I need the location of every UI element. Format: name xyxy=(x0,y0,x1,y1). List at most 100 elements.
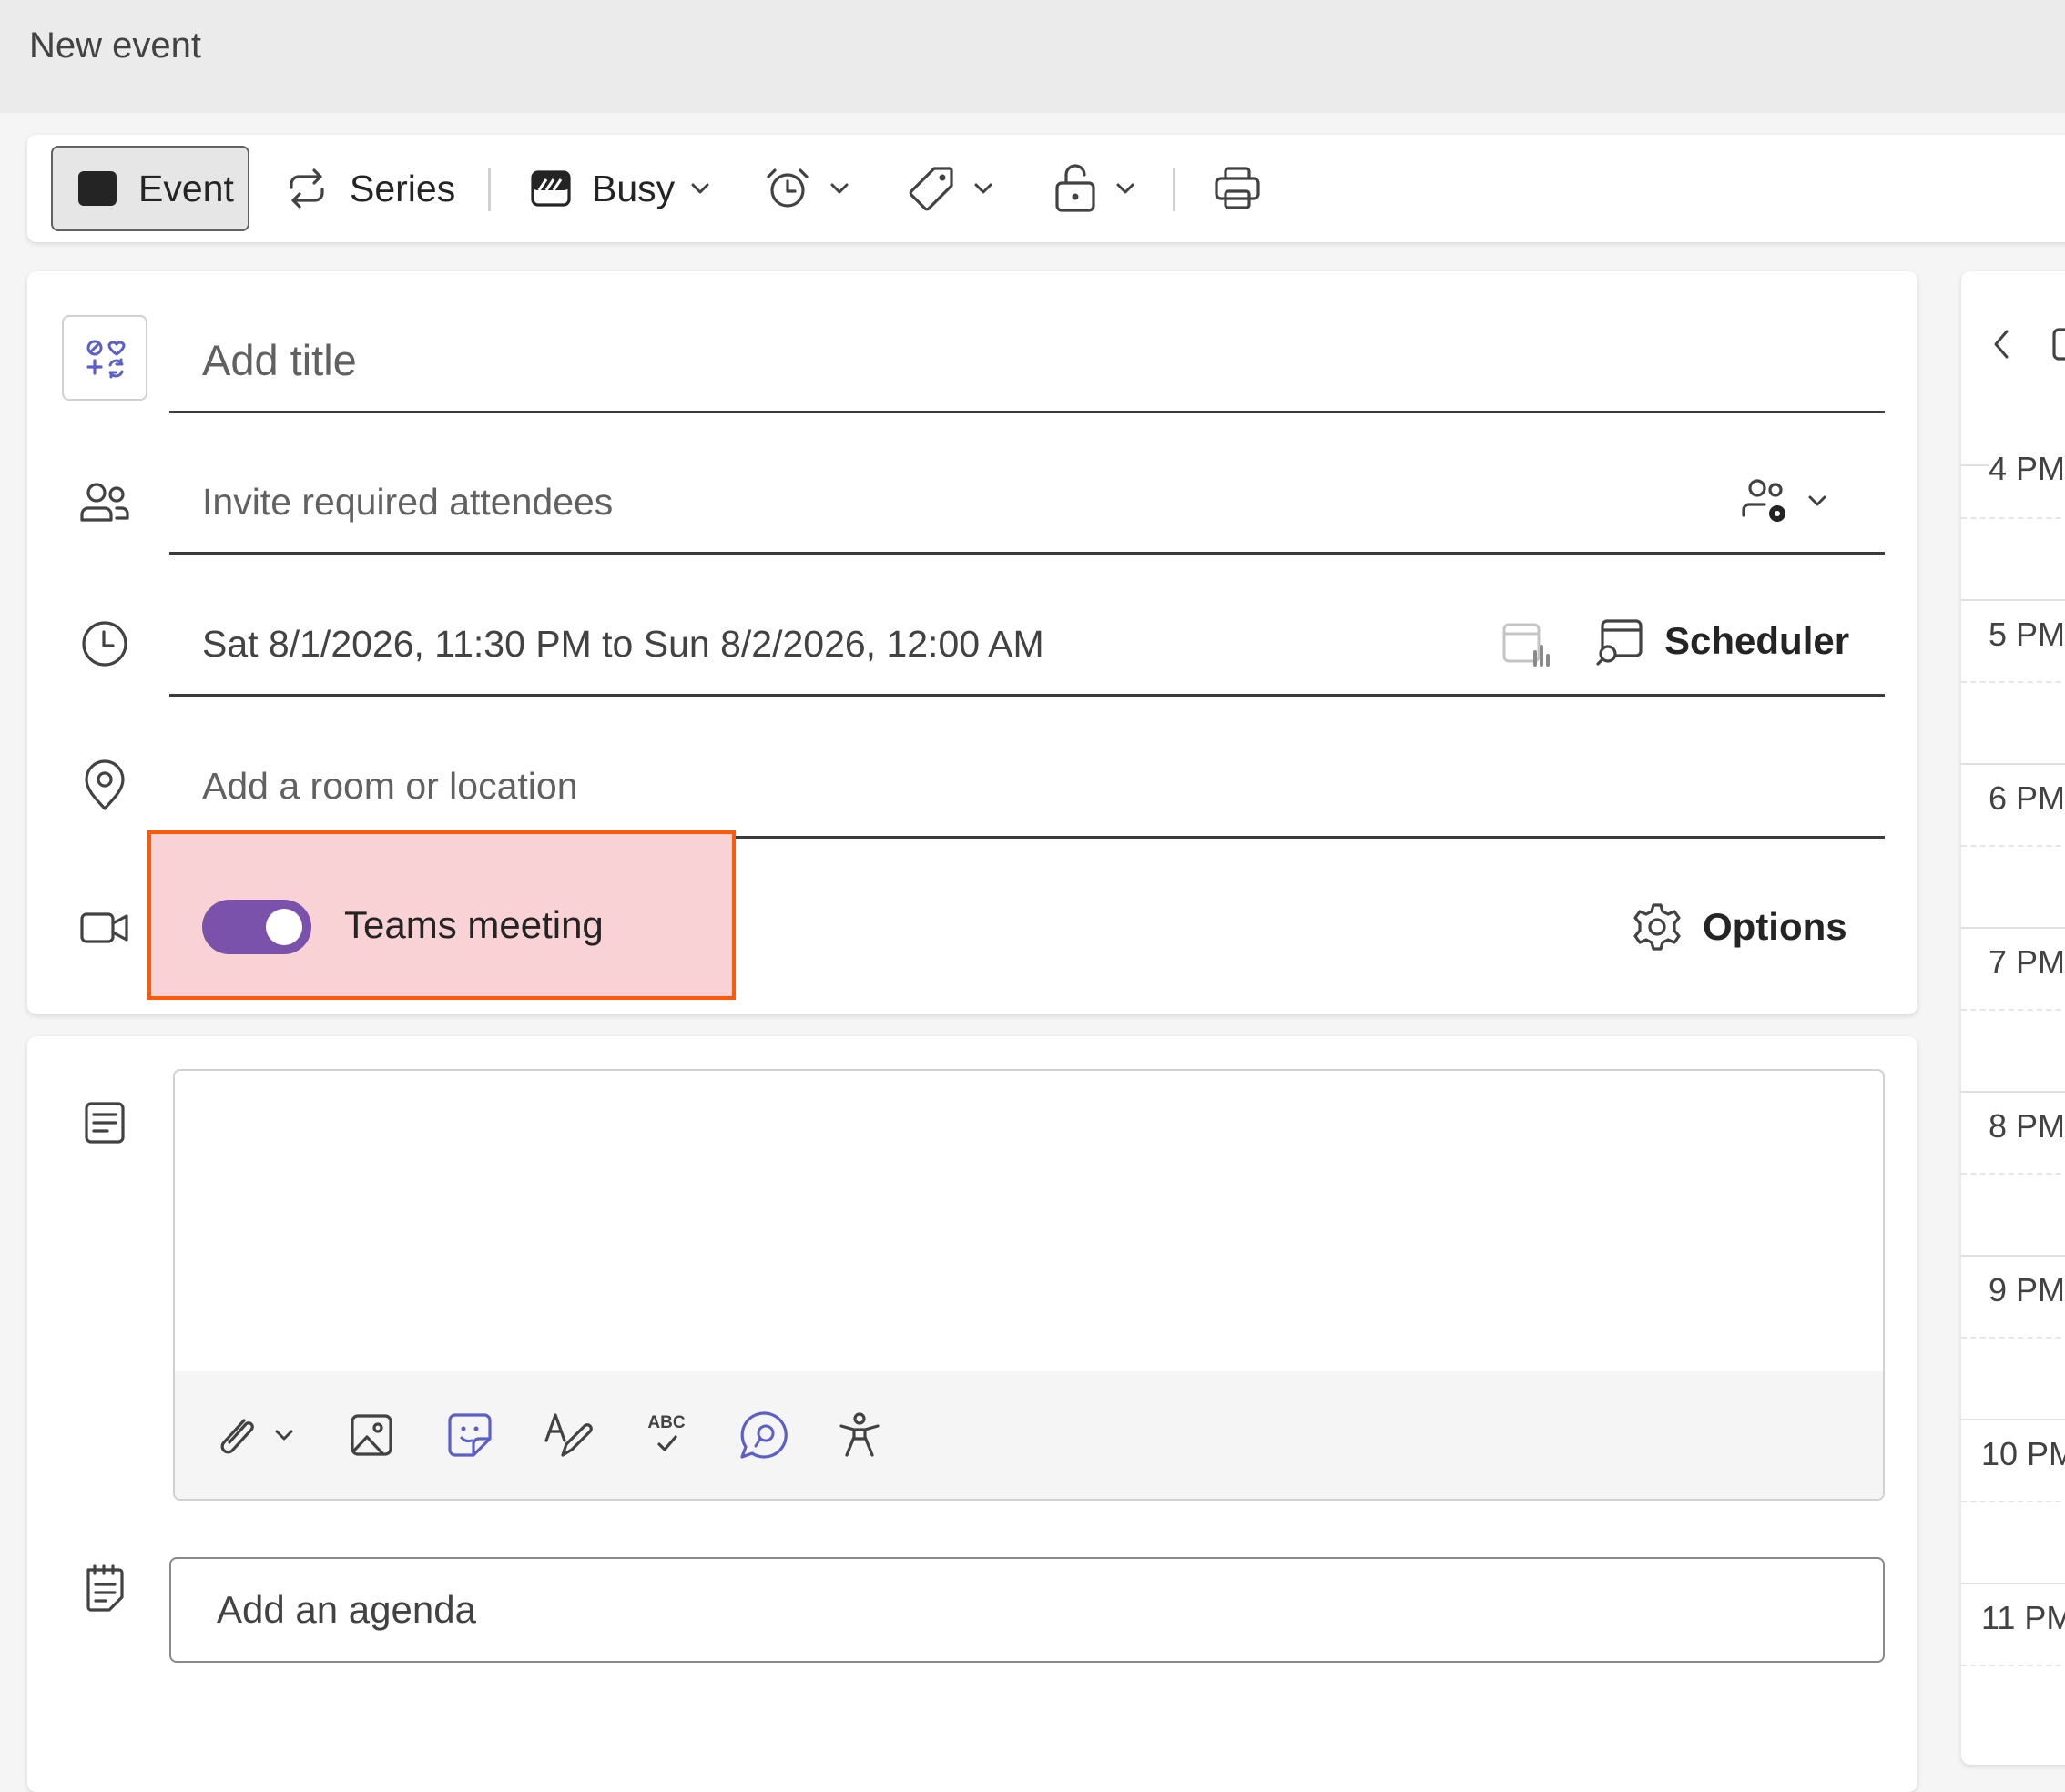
chat-bubble-icon xyxy=(740,1411,788,1459)
tag-icon xyxy=(909,167,953,211)
hour-gridline xyxy=(1961,927,2065,929)
unlock-icon xyxy=(1055,164,1095,212)
people-settings-icon xyxy=(1742,479,1785,522)
paperclip-icon xyxy=(220,1419,293,1454)
hour-label: 8 PM xyxy=(1989,1107,2065,1145)
day-calendar-panel: 4 PM 5 PM 6 PM 7 PM 8 PM 9 PM 10 PM 11 P… xyxy=(1961,271,2065,1765)
window-titlebar: New event xyxy=(0,0,2065,113)
agenda-placeholder: Add an agenda xyxy=(217,1588,476,1631)
toggle-knob xyxy=(266,909,302,945)
calendar-today-icon xyxy=(2052,328,2065,361)
datetime-underline xyxy=(169,694,1885,697)
copilot-suggest-button[interactable] xyxy=(62,315,148,401)
reminder-dropdown[interactable] xyxy=(763,146,852,231)
half-hour-gridline xyxy=(1961,845,2065,847)
hour-label: 9 PM xyxy=(1989,1271,2065,1309)
teams-meeting-toggle[interactable] xyxy=(202,900,311,954)
image-icon xyxy=(351,1414,392,1456)
options-label: Options xyxy=(1703,905,1847,948)
calendar-event-icon xyxy=(78,171,117,206)
hour-label: 10 PM xyxy=(1981,1435,2065,1473)
series-button-label: Series xyxy=(350,167,456,209)
alarm-clock-icon xyxy=(767,168,809,208)
video-camera-icon xyxy=(78,901,131,954)
hour-label: 4 PM xyxy=(1989,450,2065,488)
accessibility-icon xyxy=(839,1412,880,1457)
teams-meeting-label: Teams meeting xyxy=(344,903,604,946)
text-format-button[interactable] xyxy=(543,1410,594,1461)
location-input[interactable]: Add a room or location xyxy=(202,765,578,808)
privacy-dropdown[interactable] xyxy=(1053,146,1138,231)
calendar-chart-icon xyxy=(1502,623,1550,667)
toolbar-divider xyxy=(1173,168,1175,211)
previous-day-button[interactable] xyxy=(1987,324,2014,364)
title-underline xyxy=(169,411,1885,413)
go-to-today-button[interactable] xyxy=(2050,324,2065,364)
scheduler-label: Scheduler xyxy=(1664,619,1850,662)
chevron-down-icon xyxy=(974,183,992,194)
accessibility-checker-button[interactable] xyxy=(834,1410,885,1461)
chevron-down-icon xyxy=(1808,495,1826,506)
hour-gridline xyxy=(1961,1419,2065,1420)
schedule-insights-button[interactable] xyxy=(1500,619,1550,668)
attach-file-button[interactable] xyxy=(211,1410,302,1461)
show-as-dropdown[interactable]: Busy xyxy=(530,146,713,231)
half-hour-gridline xyxy=(1961,517,2065,519)
hour-label: 7 PM xyxy=(1989,943,2065,982)
hour-label: 11 PM xyxy=(1981,1599,2065,1637)
meeting-options-button[interactable]: Options xyxy=(1632,901,1847,952)
people-icon xyxy=(78,476,131,529)
half-hour-gridline xyxy=(1961,1337,2065,1339)
attendees-underline xyxy=(169,552,1885,555)
half-hour-gridline xyxy=(1961,1501,2065,1502)
show-as-label: Busy xyxy=(592,167,676,209)
editor-toolbar: ABC xyxy=(175,1371,1883,1499)
show-as-busy-icon xyxy=(531,170,571,207)
event-button-label: Event xyxy=(138,167,234,209)
text-description-icon xyxy=(78,1096,131,1149)
half-hour-gridline xyxy=(1961,1009,2065,1011)
insert-picture-button[interactable] xyxy=(346,1410,397,1461)
insert-sticker-button[interactable] xyxy=(444,1410,495,1461)
title-input[interactable]: Add title xyxy=(202,335,357,385)
scheduler-button[interactable]: Scheduler xyxy=(1595,616,1849,667)
hour-gridline xyxy=(1961,1091,2065,1093)
description-editor[interactable]: ABC xyxy=(173,1069,1885,1501)
half-hour-gridline xyxy=(1961,1665,2065,1666)
spell-check-icon: ABC xyxy=(647,1413,686,1451)
hour-gridline xyxy=(1961,1255,2065,1257)
window-title: New event xyxy=(29,25,201,66)
hour-gridline xyxy=(1961,1583,2065,1584)
series-button[interactable]: Series xyxy=(284,146,455,231)
copilot-sparkle-icon xyxy=(86,340,126,379)
half-hour-gridline xyxy=(1961,1173,2065,1175)
svg-text:ABC: ABC xyxy=(647,1413,685,1432)
repeat-icon xyxy=(290,168,324,209)
half-hour-gridline xyxy=(1961,681,2065,683)
scheduler-search-icon xyxy=(1596,619,1643,666)
attendee-options-dropdown[interactable] xyxy=(1741,475,1830,526)
categorize-dropdown[interactable] xyxy=(907,146,996,231)
attendees-input[interactable]: Invite required attendees xyxy=(202,481,613,524)
agenda-input[interactable]: Add an agenda xyxy=(169,1557,1885,1663)
toolbar-divider xyxy=(488,168,491,211)
sticker-icon xyxy=(448,1413,492,1457)
print-icon xyxy=(1215,167,1260,209)
text-edit-style-icon xyxy=(544,1413,593,1457)
chevron-down-icon xyxy=(691,183,709,194)
copilot-chat-button[interactable] xyxy=(738,1410,792,1461)
hour-label: 5 PM xyxy=(1989,616,2065,654)
hour-label: 6 PM xyxy=(1989,779,2065,818)
location-pin-icon xyxy=(78,759,131,812)
datetime-field[interactable]: Sat 8/1/2026, 11:30 PM to Sun 8/2/2026, … xyxy=(202,623,1044,666)
event-button[interactable]: Event xyxy=(51,146,249,231)
chevron-down-icon xyxy=(1116,183,1134,194)
print-button[interactable] xyxy=(1213,146,1262,231)
spell-check-button[interactable]: ABC xyxy=(641,1410,692,1461)
event-toolbar: Event Series Busy xyxy=(27,135,2065,242)
clock-icon xyxy=(78,617,131,670)
hour-gridline xyxy=(1961,599,2065,601)
gear-icon xyxy=(1633,903,1681,951)
chevron-down-icon xyxy=(830,183,849,194)
hour-gridline xyxy=(1961,763,2065,765)
